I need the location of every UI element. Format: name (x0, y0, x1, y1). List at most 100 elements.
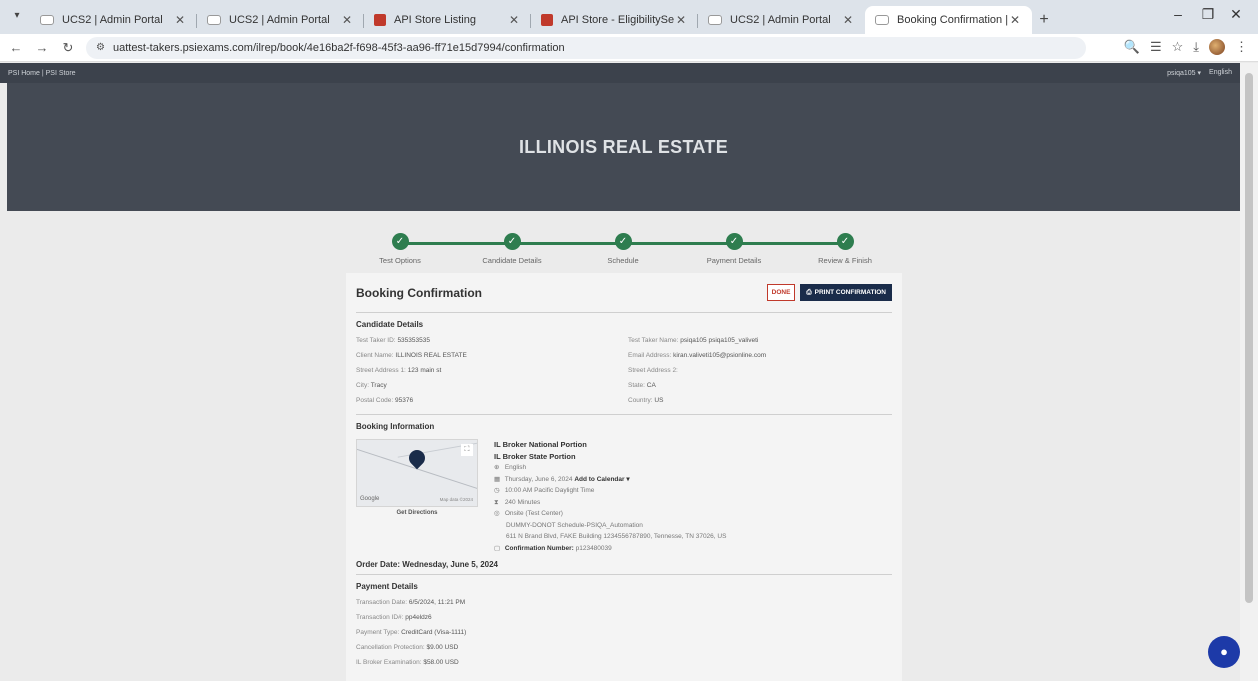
tab-strip: ▾ UCS2 | Admin Portal ✕ UCS2 | Admin Por… (0, 0, 1258, 34)
api-favicon-icon (541, 14, 553, 26)
location-map[interactable]: ⛶ Google Map data ©2024 (356, 439, 478, 507)
confirmation-number: p123480039 (575, 544, 612, 552)
client-name: ILLINOIS REAL ESTATE (395, 352, 467, 359)
new-tab-icon[interactable]: + (1032, 6, 1056, 34)
booking-info: IL Broker National Portion IL Broker Sta… (494, 439, 726, 554)
order-date: Order Date: Wednesday, June 5, 2024 (356, 560, 498, 569)
tab-label: Booking Confirmation | PSI Onl (897, 14, 1008, 26)
download-icon[interactable]: ⤓ (1193, 39, 1199, 55)
calendar-icon: ▦ (494, 475, 501, 483)
bookmark-star-icon[interactable]: ☆ (1172, 39, 1184, 55)
psi-favicon-icon (708, 15, 722, 25)
psi-favicon-icon (40, 15, 54, 25)
payment-details: Transaction Date: 6/5/2024, 11:21 PM Tra… (356, 599, 467, 666)
print-confirmation-button[interactable]: ⎙ PRINT CONFIRMATION (800, 284, 892, 301)
google-logo: Google (360, 496, 380, 502)
state: CA (646, 382, 656, 389)
profile-avatar[interactable] (1209, 39, 1225, 55)
menu-kebab-icon[interactable]: ⋮ (1235, 39, 1248, 55)
card-title: Booking Confirmation (356, 285, 482, 300)
browser-tab[interactable]: API Store - EligibilityService ✕ (531, 6, 698, 34)
map-attribution: Map data ©2024 (439, 497, 473, 502)
fullscreen-icon[interactable]: ⛶ (461, 444, 473, 456)
zoom-icon[interactable]: 🔍 (1124, 39, 1140, 55)
hourglass-icon: ⧗ (494, 498, 499, 506)
site-top-nav: PSI Home | PSI Store psiqa105 ▾ English (0, 63, 1240, 83)
site-settings-icon[interactable]: ⚙ (96, 42, 105, 53)
test-center-name: DUMMY-DONOT Schedule-PSIQA_Automation (506, 521, 643, 529)
add-to-calendar-link[interactable]: Add to Calendar ▾ (574, 476, 629, 483)
email-address: kiran.valiveti105@psionline.com (673, 352, 767, 359)
cancellation-protection: $9.00 USD (426, 644, 459, 651)
check-icon: ✓ (503, 233, 521, 250)
exam-name: IL Broker State Portion (494, 451, 576, 461)
url-input[interactable]: ⚙ uattest-takers.psiexams.com/ilrep/book… (86, 36, 1086, 59)
exam-fee: $58.00 USD (423, 659, 459, 666)
exam-date: Thursday, June 6, 2024 (504, 475, 573, 483)
close-tab-icon[interactable]: ✕ (1008, 13, 1022, 27)
exam-duration: 240 Minutes (504, 498, 541, 506)
close-tab-icon[interactable]: ✕ (507, 13, 521, 27)
get-directions-link[interactable]: Get Directions (356, 510, 478, 516)
city: Tracy (370, 382, 387, 389)
tab-label: API Store - EligibilityService (561, 14, 674, 26)
candidate-details: Test Taker ID: 535353535 Test Taker Name… (356, 337, 767, 404)
globe-icon: ⊕ (494, 464, 500, 471)
tab-label: UCS2 | Admin Portal (730, 14, 831, 26)
user-menu[interactable]: psiqa105 ▾ (1167, 69, 1201, 77)
payment-type: CreditCard (Visa-1111) (401, 629, 467, 636)
close-tab-icon[interactable]: ✕ (841, 13, 855, 27)
api-favicon-icon (374, 14, 386, 26)
browser-tab[interactable]: API Store Listing ✕ (364, 6, 531, 34)
clock-icon: ◷ (494, 487, 500, 494)
url-text: uattest-takers.psiexams.com/ilrep/book/4… (112, 41, 565, 54)
postal-code: 95376 (395, 397, 414, 404)
language-menu[interactable]: English (1209, 69, 1232, 77)
booking-information-heading: Booking Information (356, 422, 435, 431)
browser-tab[interactable]: UCS2 | Admin Portal ✕ (698, 6, 865, 34)
step-test-options: ✓ Test Options (345, 233, 455, 265)
browser-tab[interactable]: UCS2 | Admin Portal ✕ (197, 6, 364, 34)
test-taker-id: 535353535 (397, 337, 430, 344)
location-type: Onsite (Test Center) (504, 510, 563, 517)
page-title: ILLINOIS REAL ESTATE (518, 136, 728, 157)
confirmation-icon: ▢ (494, 544, 501, 552)
psi-favicon-icon (875, 15, 889, 25)
minimize-icon[interactable]: – (1168, 6, 1188, 22)
step-payment-details: ✓ Payment Details (679, 233, 789, 265)
page-scrollbar[interactable] (1240, 63, 1258, 681)
close-tab-icon[interactable]: ✕ (173, 13, 187, 27)
step-schedule: ✓ Schedule (568, 233, 678, 265)
browser-tab[interactable]: UCS2 | Admin Portal ✕ (30, 6, 197, 34)
reader-icon[interactable]: ☰ (1150, 39, 1162, 55)
booking-confirmation-card: Booking Confirmation DONE ⎙ PRINT CONFIR… (346, 273, 902, 681)
close-tab-icon[interactable]: ✕ (340, 13, 354, 27)
hero-banner: ILLINOIS REAL ESTATE (7, 83, 1240, 211)
chat-bubble-icon[interactable]: ● (1208, 636, 1240, 668)
restore-icon[interactable]: ❐ (1198, 6, 1218, 23)
tab-search-icon[interactable]: ▾ (10, 10, 24, 24)
forward-icon[interactable]: → (32, 40, 52, 55)
exam-name: IL Broker National Portion (494, 440, 587, 449)
print-icon: ⎙ (806, 288, 812, 296)
progress-stepper: ✓ Test Options ✓ Candidate Details ✓ Sch… (360, 233, 900, 265)
done-button[interactable]: DONE (766, 284, 796, 301)
street-address-1: 123 main st (407, 367, 442, 374)
step-review-finish: ✓ Review & Finish (790, 233, 900, 265)
exam-time: 10:00 AM Pacific Daylight Time (504, 487, 595, 494)
check-icon: ✓ (836, 233, 854, 250)
candidate-details-heading: Candidate Details (356, 320, 424, 329)
reload-icon[interactable]: ↻ (58, 40, 78, 56)
top-nav-links[interactable]: PSI Home | PSI Store (8, 70, 76, 77)
street-address-2: Street Address 2: (628, 367, 678, 374)
exam-language: English (504, 464, 527, 471)
browser-tab-active[interactable]: Booking Confirmation | PSI Onl ✕ (865, 6, 1032, 34)
location-icon: ◎ (494, 510, 500, 517)
step-candidate-details: ✓ Candidate Details (457, 233, 567, 265)
back-icon[interactable]: ← (6, 40, 26, 55)
payment-details-heading: Payment Details (356, 582, 418, 591)
close-window-icon[interactable]: ✕ (1226, 6, 1246, 23)
check-icon: ✓ (614, 233, 632, 250)
close-tab-icon[interactable]: ✕ (674, 13, 688, 27)
check-icon: ✓ (725, 233, 743, 250)
